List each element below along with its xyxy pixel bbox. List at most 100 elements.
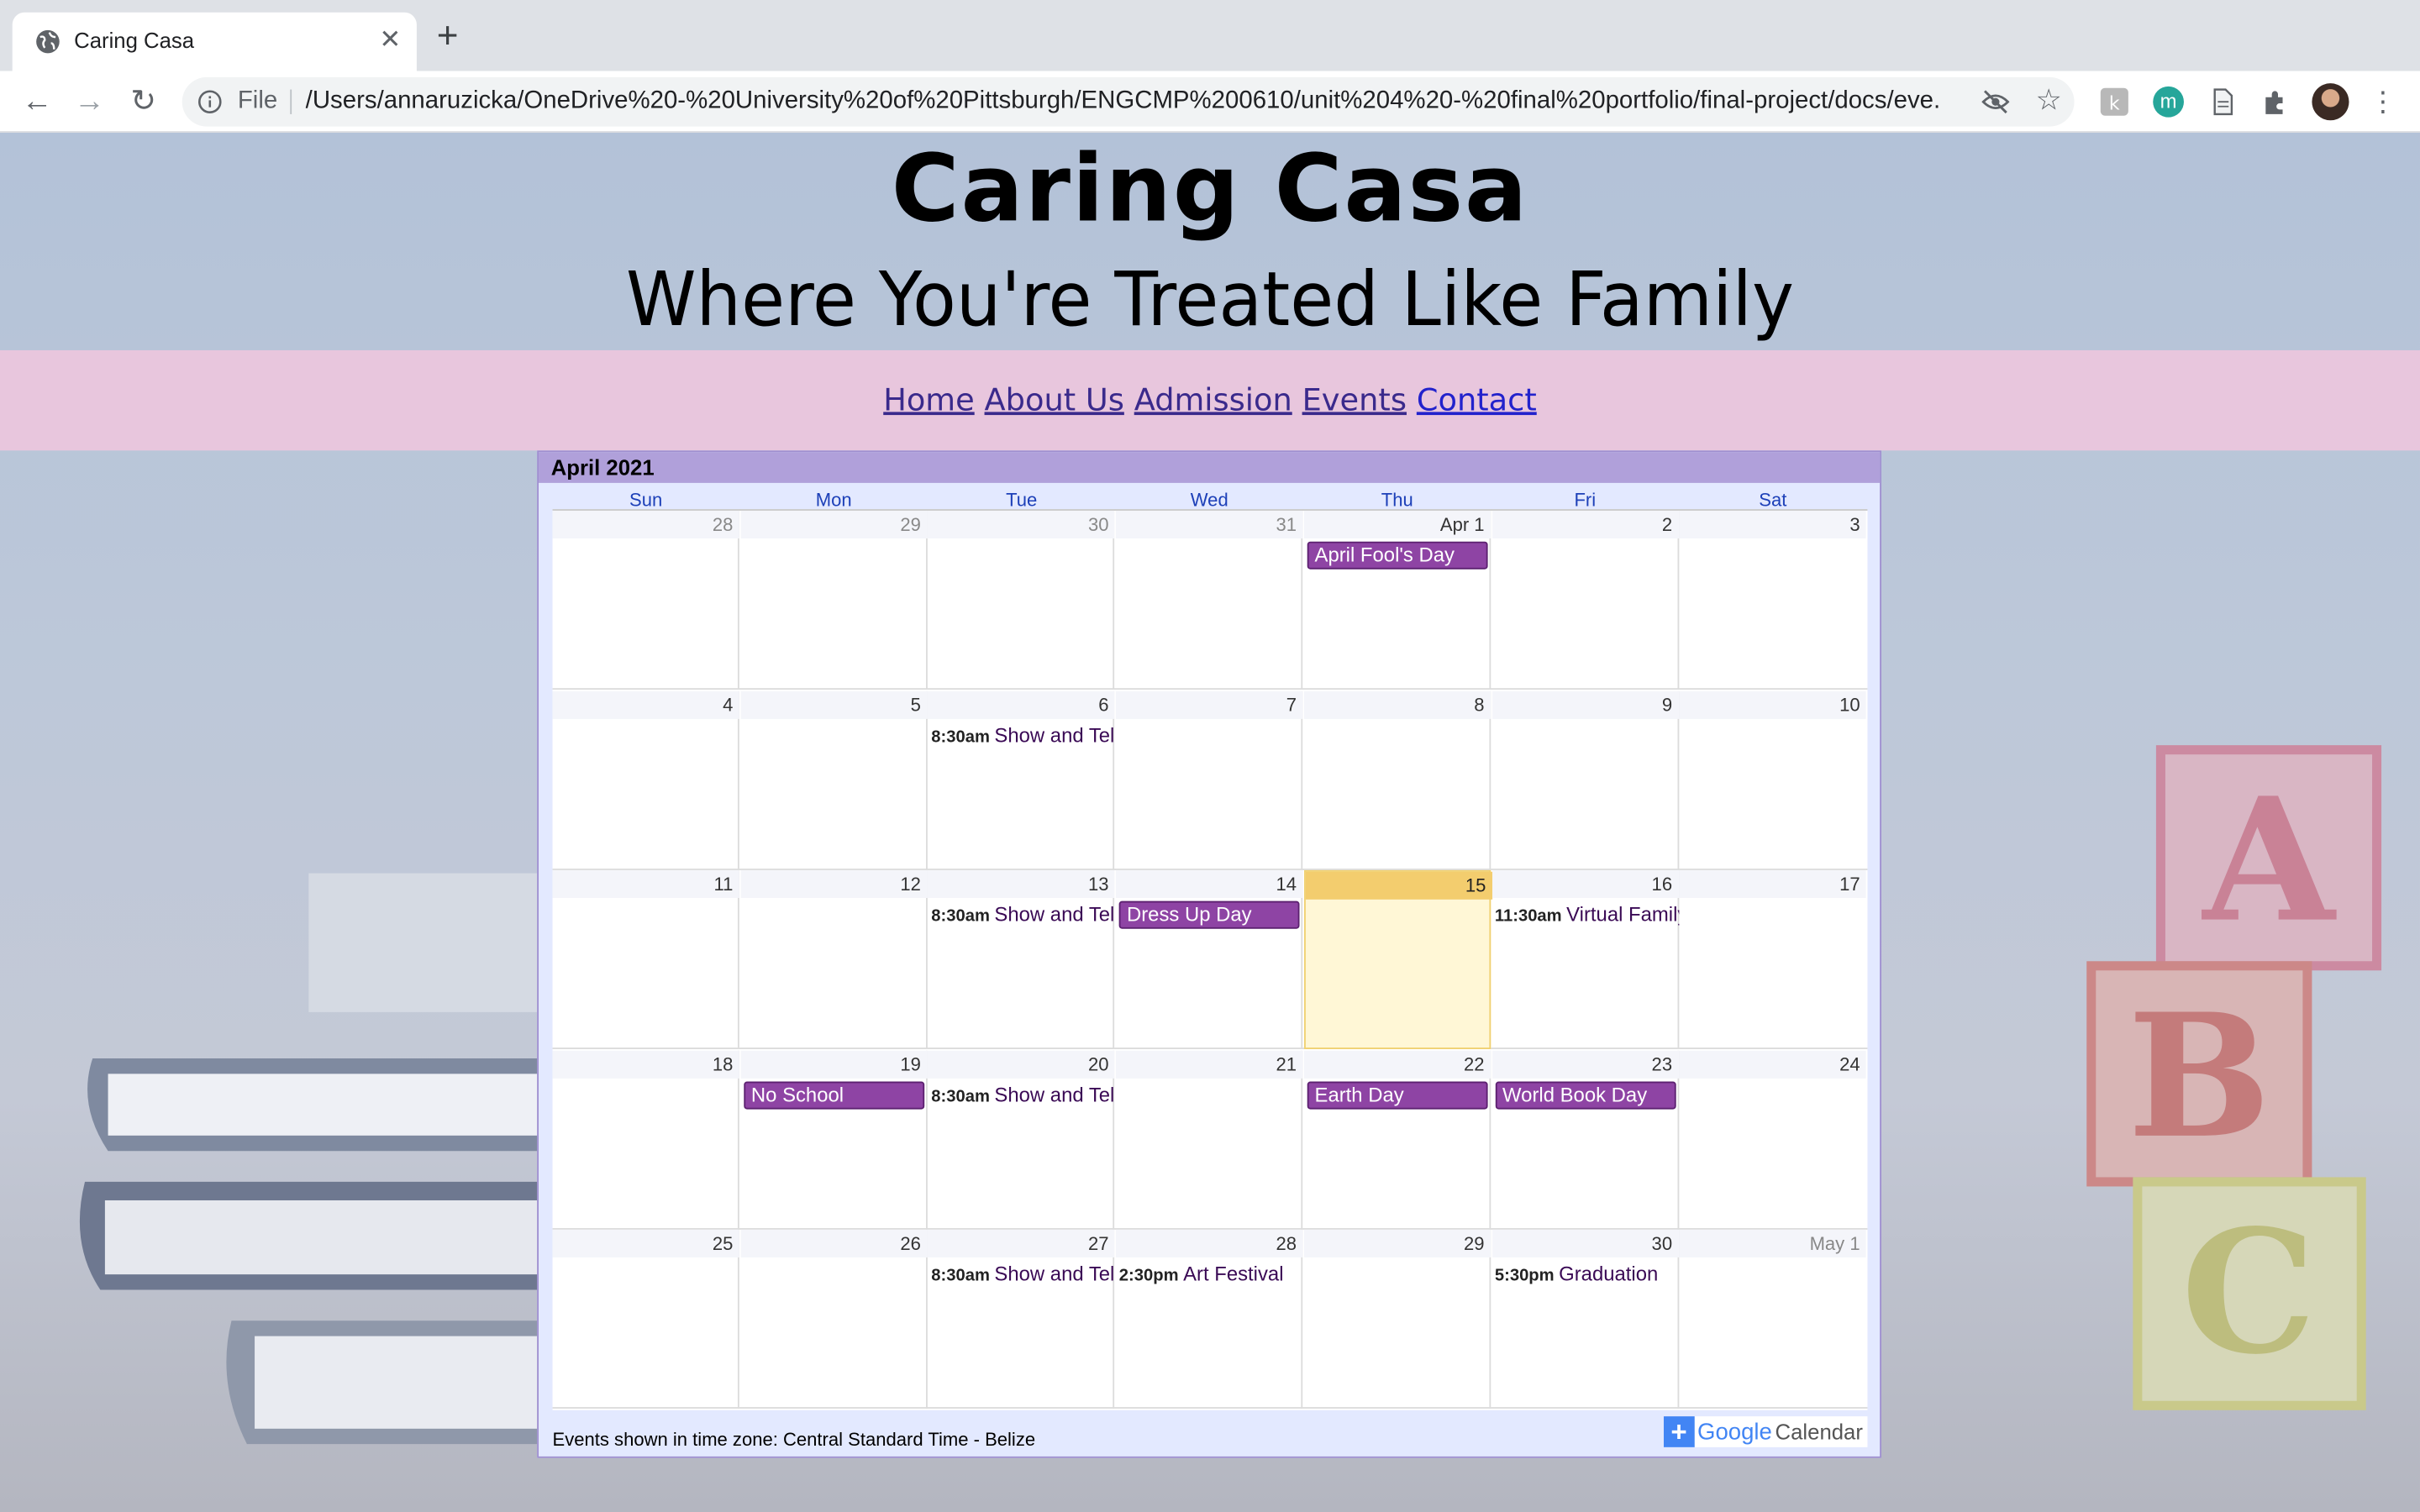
- timed-event[interactable]: 8:30am Show and Tell: [931, 1079, 1115, 1110]
- calendar-day-cell[interactable]: 25: [552, 1229, 739, 1409]
- day-number[interactable]: 8: [1303, 690, 1491, 718]
- day-number[interactable]: 12: [740, 869, 928, 898]
- nav-link-about-us[interactable]: About Us: [985, 381, 1124, 418]
- calendar-day-cell[interactable]: 23 World Book Day: [1491, 1049, 1679, 1229]
- day-number[interactable]: 14: [1116, 869, 1303, 898]
- calendar-day-cell[interactable]: 30: [928, 510, 1115, 690]
- calendar-day-cell-today[interactable]: 15: [1303, 869, 1492, 1049]
- day-number[interactable]: 4: [552, 690, 739, 718]
- calendar-day-cell[interactable]: 16 11:30am Virtual Family: [1491, 869, 1679, 1049]
- calendar-day-cell[interactable]: 21: [1116, 1049, 1303, 1229]
- calendar-day-cell[interactable]: 28: [552, 510, 739, 690]
- day-number[interactable]: 29: [740, 510, 928, 539]
- new-tab-button[interactable]: +: [437, 18, 459, 55]
- calendar-day-cell[interactable]: 12: [740, 869, 928, 1049]
- day-number[interactable]: 18: [552, 1049, 739, 1078]
- calendar-day-cell[interactable]: 26: [740, 1229, 928, 1409]
- calendar-day-cell[interactable]: 30 5:30pm Graduation: [1491, 1229, 1679, 1409]
- day-number[interactable]: 20: [928, 1049, 1115, 1078]
- info-icon[interactable]: [197, 90, 222, 114]
- calendar-day-cell[interactable]: 17: [1679, 869, 1866, 1049]
- calendar-day-cell[interactable]: 24: [1679, 1049, 1866, 1229]
- google-calendar-badge[interactable]: + Google Calendar: [1663, 1416, 1868, 1447]
- day-number[interactable]: 7: [1116, 690, 1303, 718]
- reload-icon[interactable]: ↻: [125, 83, 162, 120]
- nav-link-admission[interactable]: Admission: [1134, 381, 1292, 418]
- calendar-day-cell[interactable]: 13 8:30am Show and Tell: [928, 869, 1115, 1049]
- nav-link-home[interactable]: Home: [883, 381, 974, 418]
- forward-arrow-icon[interactable]: →: [71, 83, 108, 120]
- day-number[interactable]: 10: [1679, 690, 1866, 718]
- calendar-day-cell[interactable]: 22 Earth Day: [1303, 1049, 1491, 1229]
- day-number[interactable]: 23: [1491, 1049, 1679, 1078]
- day-number[interactable]: 24: [1679, 1049, 1866, 1078]
- calendar-day-cell[interactable]: 28 2:30pm Art Festival: [1116, 1229, 1303, 1409]
- day-number[interactable]: 27: [928, 1229, 1115, 1257]
- day-number[interactable]: 6: [928, 690, 1115, 718]
- calendar-day-cell[interactable]: 4: [552, 690, 739, 869]
- day-number[interactable]: 28: [552, 510, 739, 539]
- timed-event[interactable]: 11:30am Virtual Family: [1495, 900, 1679, 931]
- calendar-day-cell[interactable]: 27 8:30am Show and Tell: [928, 1229, 1115, 1409]
- calendar-day-cell[interactable]: 5: [740, 690, 928, 869]
- timed-event[interactable]: 2:30pm Art Festival: [1119, 1259, 1303, 1290]
- browser-tab[interactable]: Caring Casa ✕: [12, 12, 417, 71]
- day-number[interactable]: Apr 1: [1303, 510, 1491, 539]
- day-number[interactable]: 11: [552, 869, 739, 898]
- calendar-day-cell[interactable]: 9: [1491, 690, 1679, 869]
- day-number[interactable]: 9: [1491, 690, 1679, 718]
- day-number[interactable]: 15: [1305, 871, 1492, 900]
- timed-event[interactable]: 5:30pm Graduation: [1495, 1259, 1679, 1290]
- all-day-event[interactable]: Dress Up Day: [1118, 900, 1300, 929]
- nav-link-events[interactable]: Events: [1302, 381, 1407, 418]
- document-icon[interactable]: [2207, 87, 2238, 118]
- calendar-day-cell[interactable]: 31: [1116, 510, 1303, 690]
- address-bar[interactable]: File /Users/annaruzicka/OneDrive%20-%20U…: [182, 76, 2075, 127]
- all-day-event[interactable]: World Book Day: [1494, 1080, 1676, 1109]
- day-number[interactable]: 25: [552, 1229, 739, 1257]
- day-number[interactable]: 30: [928, 510, 1115, 539]
- day-number[interactable]: 29: [1303, 1229, 1491, 1257]
- day-number[interactable]: 28: [1116, 1229, 1303, 1257]
- close-tab-icon[interactable]: ✕: [379, 24, 401, 55]
- calendar-day-cell[interactable]: 10: [1679, 690, 1866, 869]
- url-text[interactable]: /Users/annaruzicka/OneDrive%20-%20Univer…: [306, 88, 1942, 116]
- day-number[interactable]: 31: [1116, 510, 1303, 539]
- calendar-day-cell[interactable]: 14 Dress Up Day: [1116, 869, 1303, 1049]
- day-number[interactable]: 22: [1303, 1049, 1491, 1078]
- profile-avatar[interactable]: [2312, 83, 2349, 121]
- calendar-day-cell[interactable]: 11: [552, 869, 739, 1049]
- calendar-day-cell[interactable]: 2: [1491, 510, 1679, 690]
- day-number[interactable]: 21: [1116, 1049, 1303, 1078]
- all-day-event[interactable]: No School: [743, 1080, 924, 1109]
- day-number[interactable]: May 1: [1679, 1229, 1866, 1257]
- back-arrow-icon[interactable]: ←: [18, 83, 55, 120]
- day-number[interactable]: 2: [1491, 510, 1679, 539]
- calendar-day-cell[interactable]: 8: [1303, 690, 1491, 869]
- more-menu-icon[interactable]: ⋮: [2365, 83, 2402, 120]
- calendar-day-cell[interactable]: Apr 1 April Fool's Day: [1303, 510, 1491, 690]
- calendar-day-cell[interactable]: May 1: [1679, 1229, 1866, 1409]
- day-number[interactable]: 26: [740, 1229, 928, 1257]
- bookmark-star-icon[interactable]: ☆: [2036, 83, 2062, 118]
- day-number[interactable]: 30: [1491, 1229, 1679, 1257]
- calendar-day-cell[interactable]: 20 8:30am Show and Tell: [928, 1049, 1115, 1229]
- extensions-puzzle-icon[interactable]: [2260, 87, 2291, 118]
- all-day-event[interactable]: Earth Day: [1307, 1080, 1488, 1109]
- calendar-day-cell[interactable]: 3: [1679, 510, 1866, 690]
- timed-event[interactable]: 8:30am Show and Tell: [931, 1259, 1115, 1290]
- timed-event[interactable]: 8:30am Show and Tell: [931, 720, 1115, 751]
- day-number[interactable]: 17: [1679, 869, 1866, 898]
- day-number[interactable]: 13: [928, 869, 1115, 898]
- calendar-day-cell[interactable]: 7: [1116, 690, 1303, 869]
- calendar-day-cell[interactable]: 6 8:30am Show and Tell: [928, 690, 1115, 869]
- day-number[interactable]: 5: [740, 690, 928, 718]
- extension-m-icon[interactable]: m: [2153, 86, 2184, 118]
- calendar-day-cell[interactable]: 19 No School: [740, 1049, 928, 1229]
- calendar-day-cell[interactable]: 29: [1303, 1229, 1491, 1409]
- tracking-blocked-eye-icon[interactable]: [1981, 90, 2010, 114]
- day-number[interactable]: 3: [1679, 510, 1866, 539]
- nav-link-contact[interactable]: Contact: [1417, 381, 1537, 418]
- extension-k-icon[interactable]: k: [2099, 87, 2130, 118]
- calendar-day-cell[interactable]: 18: [552, 1049, 739, 1229]
